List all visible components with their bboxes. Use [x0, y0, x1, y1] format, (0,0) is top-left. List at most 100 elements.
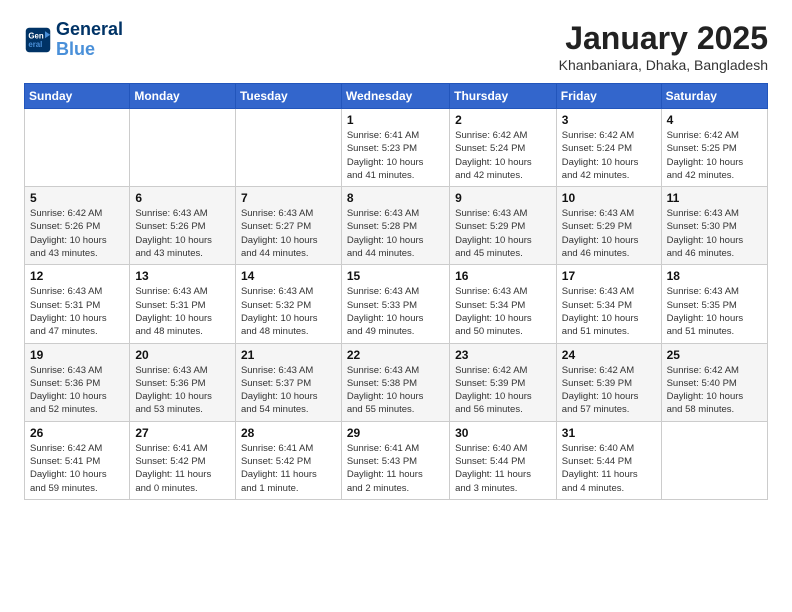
day-info: Sunrise: 6:43 AMSunset: 5:32 PMDaylight:…: [241, 285, 336, 338]
day-number: 28: [241, 426, 336, 440]
calendar-cell: 14Sunrise: 6:43 AMSunset: 5:32 PMDayligh…: [235, 265, 341, 343]
day-info: Sunrise: 6:43 AMSunset: 5:33 PMDaylight:…: [347, 285, 444, 338]
calendar-cell: 13Sunrise: 6:43 AMSunset: 5:31 PMDayligh…: [130, 265, 236, 343]
calendar-week-row: 19Sunrise: 6:43 AMSunset: 5:36 PMDayligh…: [25, 343, 768, 421]
calendar-cell: 12 Sunrise: 6:43 AMSunset: 5:31 PMDayligh…: [25, 265, 130, 343]
day-number: 16: [455, 269, 551, 283]
calendar-cell: 9 Sunrise: 6:43 AMSunset: 5:29 PMDaylight…: [450, 187, 557, 265]
calendar-week-row: 26Sunrise: 6:42 AMSunset: 5:41 PMDayligh…: [25, 421, 768, 499]
day-info: Sunrise: 6:43 AMSunset: 5:30 PMDaylight:…: [667, 207, 762, 260]
calendar-cell: 17 Sunrise: 6:43 AMSunset: 5:34 PMDayligh…: [556, 265, 661, 343]
day-number: 1: [347, 113, 444, 127]
day-info: Sunrise: 6:42 AMSunset: 5:25 PMDaylight:…: [667, 129, 762, 182]
day-info: Sunrise: 6:42 AMSunset: 5:39 PMDaylight:…: [455, 364, 551, 417]
svg-text:Gen: Gen: [28, 31, 43, 40]
calendar-week-row: 1 Sunrise: 6:41 AMSunset: 5:23 PMDaylight…: [25, 109, 768, 187]
calendar-cell: 22Sunrise: 6:43 AMSunset: 5:38 PMDayligh…: [341, 343, 449, 421]
day-info: Sunrise: 6:43 AMSunset: 5:36 PMDaylight:…: [30, 364, 124, 417]
calendar-header-row: SundayMondayTuesdayWednesdayThursdayFrid…: [25, 84, 768, 109]
day-header-friday: Friday: [556, 84, 661, 109]
day-number: 10: [562, 191, 656, 205]
calendar-cell: 1 Sunrise: 6:41 AMSunset: 5:23 PMDaylight…: [341, 109, 449, 187]
day-info: Sunrise: 6:42 AMSunset: 5:24 PMDaylight:…: [562, 129, 656, 182]
day-info: Sunrise: 6:43 AMSunset: 5:31 PMDaylight:…: [30, 285, 124, 338]
day-header-tuesday: Tuesday: [235, 84, 341, 109]
calendar-cell: [661, 421, 767, 499]
calendar-cell: 6 Sunrise: 6:43 AMSunset: 5:26 PMDaylight…: [130, 187, 236, 265]
calendar-cell: 28 Sunrise: 6:41 AMSunset: 5:42 PMDayligh…: [235, 421, 341, 499]
calendar-cell: 27 Sunrise: 6:41 AMSunset: 5:42 PMDayligh…: [130, 421, 236, 499]
calendar-cell: 11 Sunrise: 6:43 AMSunset: 5:30 PMDayligh…: [661, 187, 767, 265]
calendar-cell: 4 Sunrise: 6:42 AMSunset: 5:25 PMDaylight…: [661, 109, 767, 187]
day-number: 9: [455, 191, 551, 205]
calendar-page: Gen eral GeneralBlue January 2025 Khanba…: [0, 0, 792, 520]
day-info: Sunrise: 6:43 AMSunset: 5:37 PMDaylight:…: [241, 364, 336, 417]
calendar-week-row: 12 Sunrise: 6:43 AMSunset: 5:31 PMDayligh…: [25, 265, 768, 343]
calendar-cell: [25, 109, 130, 187]
day-number: 26: [30, 426, 124, 440]
day-number: 8: [347, 191, 444, 205]
day-info: Sunrise: 6:41 AMSunset: 5:23 PMDaylight:…: [347, 129, 444, 182]
day-number: 17: [562, 269, 656, 283]
day-number: 20: [135, 348, 230, 362]
day-number: 4: [667, 113, 762, 127]
day-info: Sunrise: 6:43 AMSunset: 5:31 PMDaylight:…: [135, 285, 230, 338]
day-number: 30: [455, 426, 551, 440]
day-info: Sunrise: 6:40 AMSunset: 5:44 PMDaylight:…: [562, 442, 656, 495]
page-header: Gen eral GeneralBlue January 2025 Khanba…: [24, 20, 768, 73]
day-number: 29: [347, 426, 444, 440]
calendar-cell: 18Sunrise: 6:43 AMSunset: 5:35 PMDayligh…: [661, 265, 767, 343]
day-header-wednesday: Wednesday: [341, 84, 449, 109]
calendar-table: SundayMondayTuesdayWednesdayThursdayFrid…: [24, 83, 768, 500]
day-header-thursday: Thursday: [450, 84, 557, 109]
day-number: 31: [562, 426, 656, 440]
calendar-cell: 25 Sunrise: 6:42 AMSunset: 5:40 PMDayligh…: [661, 343, 767, 421]
day-number: 11: [667, 191, 762, 205]
day-number: 12: [30, 269, 124, 283]
day-number: 15: [347, 269, 444, 283]
calendar-cell: 5 Sunrise: 6:42 AMSunset: 5:26 PMDaylight…: [25, 187, 130, 265]
day-info: Sunrise: 6:41 AMSunset: 5:42 PMDaylight:…: [135, 442, 230, 495]
day-number: 25: [667, 348, 762, 362]
calendar-cell: 23 Sunrise: 6:42 AMSunset: 5:39 PMDayligh…: [450, 343, 557, 421]
day-number: 24: [562, 348, 656, 362]
day-info: Sunrise: 6:42 AMSunset: 5:40 PMDaylight:…: [667, 364, 762, 417]
calendar-cell: 10 Sunrise: 6:43 AMSunset: 5:29 PMDayligh…: [556, 187, 661, 265]
day-info: Sunrise: 6:43 AMSunset: 5:27 PMDaylight:…: [241, 207, 336, 260]
day-info: Sunrise: 6:42 AMSunset: 5:24 PMDaylight:…: [455, 129, 551, 182]
calendar-cell: 2Sunrise: 6:42 AMSunset: 5:24 PMDaylight…: [450, 109, 557, 187]
calendar-cell: 20 Sunrise: 6:43 AMSunset: 5:36 PMDayligh…: [130, 343, 236, 421]
day-info: Sunrise: 6:42 AMSunset: 5:26 PMDaylight:…: [30, 207, 124, 260]
day-number: 21: [241, 348, 336, 362]
title-area: January 2025 Khanbaniara, Dhaka, Banglad…: [559, 20, 768, 73]
day-info: Sunrise: 6:43 AMSunset: 5:29 PMDaylight:…: [455, 207, 551, 260]
day-header-monday: Monday: [130, 84, 236, 109]
calendar-cell: [235, 109, 341, 187]
day-number: 27: [135, 426, 230, 440]
calendar-week-row: 5 Sunrise: 6:42 AMSunset: 5:26 PMDaylight…: [25, 187, 768, 265]
day-info: Sunrise: 6:43 AMSunset: 5:34 PMDaylight:…: [562, 285, 656, 338]
calendar-cell: 29Sunrise: 6:41 AMSunset: 5:43 PMDayligh…: [341, 421, 449, 499]
calendar-cell: 8 Sunrise: 6:43 AMSunset: 5:28 PMDaylight…: [341, 187, 449, 265]
day-info: Sunrise: 6:43 AMSunset: 5:26 PMDaylight:…: [135, 207, 230, 260]
calendar-cell: 26Sunrise: 6:42 AMSunset: 5:41 PMDayligh…: [25, 421, 130, 499]
day-number: 5: [30, 191, 124, 205]
day-info: Sunrise: 6:43 AMSunset: 5:36 PMDaylight:…: [135, 364, 230, 417]
day-info: Sunrise: 6:43 AMSunset: 5:29 PMDaylight:…: [562, 207, 656, 260]
logo: Gen eral GeneralBlue: [24, 20, 123, 60]
day-info: Sunrise: 6:43 AMSunset: 5:28 PMDaylight:…: [347, 207, 444, 260]
month-title: January 2025: [559, 20, 768, 57]
calendar-cell: 19Sunrise: 6:43 AMSunset: 5:36 PMDayligh…: [25, 343, 130, 421]
calendar-cell: [130, 109, 236, 187]
calendar-cell: 16Sunrise: 6:43 AMSunset: 5:34 PMDayligh…: [450, 265, 557, 343]
calendar-cell: 15 Sunrise: 6:43 AMSunset: 5:33 PMDayligh…: [341, 265, 449, 343]
day-number: 6: [135, 191, 230, 205]
logo-text: GeneralBlue: [56, 20, 123, 60]
location: Khanbaniara, Dhaka, Bangladesh: [559, 57, 768, 73]
day-number: 23: [455, 348, 551, 362]
calendar-cell: 24Sunrise: 6:42 AMSunset: 5:39 PMDayligh…: [556, 343, 661, 421]
day-info: Sunrise: 6:41 AMSunset: 5:42 PMDaylight:…: [241, 442, 336, 495]
calendar-cell: 21 Sunrise: 6:43 AMSunset: 5:37 PMDayligh…: [235, 343, 341, 421]
svg-text:eral: eral: [28, 40, 42, 49]
calendar-cell: 30Sunrise: 6:40 AMSunset: 5:44 PMDayligh…: [450, 421, 557, 499]
